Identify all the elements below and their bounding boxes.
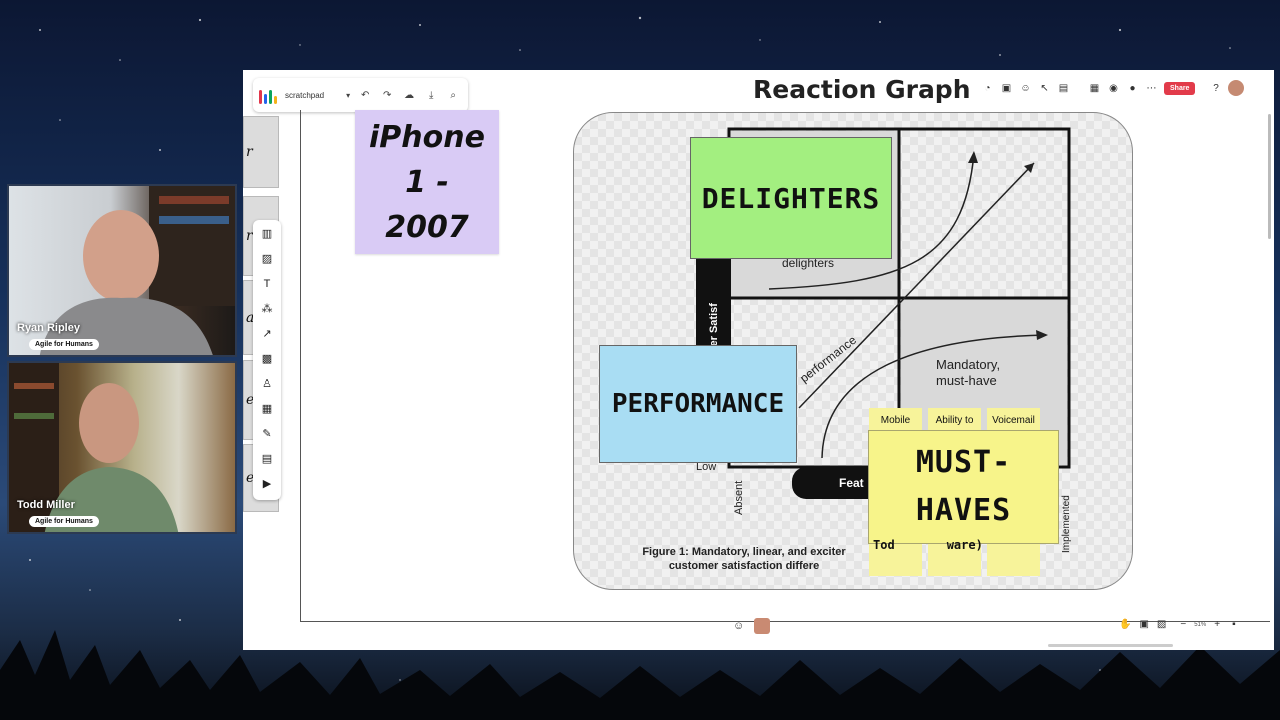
fit-icon[interactable]: ▣ [1139, 619, 1148, 630]
board-name[interactable]: scratchpad [285, 91, 324, 100]
graph-label-features: Feat [839, 476, 864, 490]
sticky-note-icon[interactable]: ▨ [262, 251, 272, 267]
redo-icon[interactable]: ↷ [380, 90, 394, 101]
participant-name: Ryan Ripley [17, 322, 80, 334]
top-right-toolbar: ◔ ▣ ☺ ↖ ▤ ▦ ◉ ● ⋯ Share ? [981, 76, 1267, 100]
participant-name: Todd Miller [17, 499, 75, 511]
whiteboard-app[interactable]: r r a e e scratchpad ▾ ↶ ↷ ☁ ⤓ ⌕ Reactio… [243, 70, 1274, 650]
graph-label-mandatory: Mandatory, [936, 357, 1000, 372]
sticky-text: Tod [873, 538, 895, 552]
table-icon[interactable]: ▦ [262, 401, 272, 417]
mini-sticky-bottom-text: Tod ware) [873, 538, 1053, 552]
figure-caption: Figure 1: Mandatory, linear, and exciter… [614, 545, 874, 573]
participant-org: Agile for Humans [29, 516, 99, 527]
cloud-icon[interactable]: ☁ [402, 90, 416, 101]
shapes-icon[interactable]: ⁂ [262, 301, 273, 317]
avatar[interactable] [754, 618, 771, 634]
upload-icon[interactable]: ▶ [263, 476, 271, 492]
layout-icon[interactable]: ▦ [1088, 83, 1101, 94]
zoom-level[interactable]: 51% [1194, 622, 1206, 628]
graph-label-implemented: Implemented [1061, 495, 1072, 553]
share-button[interactable]: Share [1164, 81, 1196, 95]
comment-icon[interactable]: ▣ [1000, 83, 1013, 94]
sticky-text: Mobile [880, 415, 911, 426]
cursor-icon[interactable]: ↖ [1038, 83, 1051, 94]
undo-icon[interactable]: ↶ [358, 90, 372, 101]
pen-icon[interactable]: ✎ [262, 426, 271, 442]
graph-label-must-have: must-have [936, 373, 997, 388]
user-icon[interactable]: ● [1126, 83, 1139, 94]
card-fragment-text: r [246, 228, 253, 244]
app-logo-icon[interactable] [259, 86, 277, 104]
download-icon[interactable]: ⤓ [424, 90, 438, 101]
frame-border [300, 110, 301, 622]
help-icon[interactable]: ? [1209, 83, 1222, 94]
top-left-toolbar: scratchpad ▾ ↶ ↷ ☁ ⤓ ⌕ [253, 78, 468, 112]
caption-line: customer satisfaction differe [668, 560, 820, 572]
image-icon[interactable]: ▩ [262, 351, 272, 367]
creation-toolbar: ▥ ▨ T ⁂ ↗ ▩ ♙ ▦ ✎ ▤ ▶ [253, 220, 281, 500]
undo-history-icon[interactable]: ▨ [1157, 619, 1166, 630]
more-icon[interactable]: ⋯ [1145, 83, 1158, 94]
sticky-note-performance[interactable]: PERFORMANCE [599, 345, 797, 463]
horizontal-scrollbar[interactable] [1048, 644, 1173, 647]
frame-icon[interactable]: ▤ [262, 451, 272, 467]
card-fragment-text: r [246, 144, 253, 160]
zoom-controls: ✋ ▣ ▨ − 51% + ▪ [1119, 619, 1236, 630]
text-icon[interactable]: T [264, 276, 271, 292]
caption-line: Figure 1: Mandatory, linear, and exciter [642, 546, 846, 558]
offscreen-card[interactable]: r [243, 116, 279, 188]
reaction-icon[interactable]: ☺ [1019, 83, 1032, 94]
sticky-note-iphone[interactable]: iPhone 1 - 2007 [355, 110, 499, 254]
avatar[interactable] [1228, 80, 1245, 96]
hand-icon[interactable]: ✋ [1119, 619, 1131, 630]
sticky-text: Ability to [935, 415, 974, 426]
connector-icon[interactable]: ↗ [262, 326, 271, 342]
bottom-presence-bar: ☺ [733, 618, 771, 634]
sticky-note-delighters[interactable]: DELIGHTERS [690, 137, 892, 259]
vertical-scrollbar[interactable] [1268, 114, 1271, 239]
participant-org: Agile for Humans [29, 339, 99, 350]
emoji-icon[interactable]: ☺ [733, 620, 744, 632]
graph-label-absent: Absent [733, 481, 745, 515]
sticky-text: Voicemail [992, 415, 1035, 426]
sticky-text: ware) [946, 538, 983, 552]
chat-icon[interactable]: ◉ [1107, 83, 1120, 94]
video-tile-todd: Todd Miller Agile for Humans [7, 361, 237, 534]
zoom-out-icon[interactable]: − [1180, 619, 1186, 630]
search-icon[interactable]: ⌕ [446, 90, 460, 101]
lock-icon[interactable]: ▤ [1057, 83, 1070, 94]
minimap-icon[interactable]: ▪ [1232, 619, 1236, 630]
templates-icon[interactable]: ▥ [262, 226, 272, 242]
diagram-icon[interactable]: ♙ [262, 376, 272, 392]
page-title: Reaction Graph [753, 75, 971, 104]
chevron-down-icon[interactable]: ▾ [346, 91, 350, 100]
timer-icon[interactable]: ◔ [981, 83, 994, 94]
video-tile-ryan: Ryan Ripley Agile for Humans [7, 184, 237, 357]
zoom-in-icon[interactable]: + [1214, 619, 1220, 630]
sticky-note-must-haves[interactable]: MUST-HAVES [868, 430, 1059, 544]
